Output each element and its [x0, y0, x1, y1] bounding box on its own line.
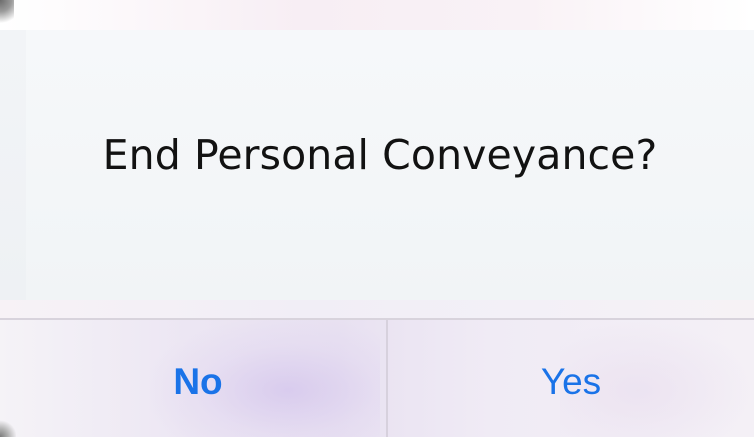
- message-panel-lower: [0, 300, 754, 318]
- no-button[interactable]: No: [0, 320, 386, 437]
- dialog-title: End Personal Conveyance?: [102, 131, 658, 179]
- confirm-dialog: End Personal Conveyance? No Yes: [0, 0, 754, 437]
- no-button-label: No: [173, 360, 223, 402]
- corner-shadow-bottom-left: [0, 419, 16, 437]
- screen: End Personal Conveyance? No Yes: [0, 0, 754, 437]
- yes-button[interactable]: Yes: [388, 320, 754, 437]
- yes-button-label: Yes: [540, 360, 602, 402]
